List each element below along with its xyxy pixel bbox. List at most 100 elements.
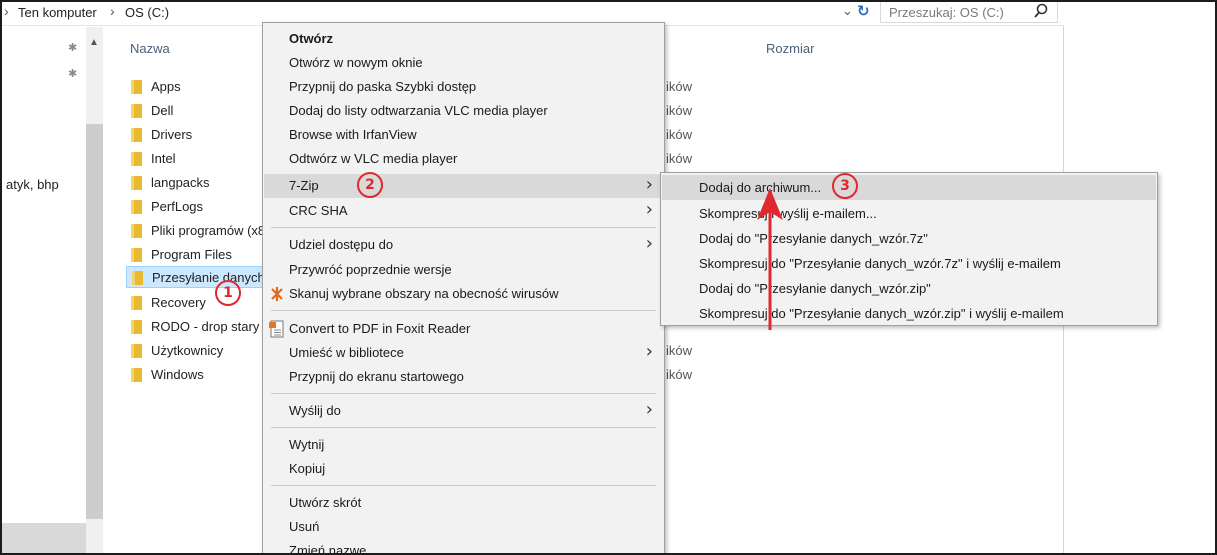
menu-item-cut[interactable]: Wytnij xyxy=(264,433,663,457)
pin-icon[interactable]: ✱ xyxy=(68,41,77,54)
folder-icon xyxy=(131,176,142,190)
menu-separator xyxy=(271,227,656,228)
submenu-item-compress-email[interactable]: Skompresuj i wyślij e-mailem... xyxy=(662,201,1156,226)
list-item[interactable]: Program Files xyxy=(126,244,268,266)
menu-item-label: Convert to PDF in Foxit Reader xyxy=(289,321,471,336)
menu-item-restore-versions[interactable]: Przywróć poprzednie wersje xyxy=(264,258,663,282)
search-input[interactable]: Przeszukaj: OS (C:) xyxy=(889,5,1004,20)
nav-scrollbar-thumb[interactable] xyxy=(86,124,103,519)
menu-item-foxit-pdf[interactable]: Convert to PDF in Foxit Reader xyxy=(264,317,663,341)
list-item[interactable]: Drivers xyxy=(126,124,268,146)
file-name: langpacks xyxy=(151,175,210,190)
menu-item-delete[interactable]: Usuń xyxy=(264,515,663,539)
file-name: Dell xyxy=(151,103,174,118)
annotation-step-2: 2 xyxy=(357,172,383,198)
context-menu: Otwórz Otwórz w nowym oknie Przypnij do … xyxy=(262,22,665,555)
folder-icon xyxy=(131,344,142,358)
submenu-7zip: Dodaj do archiwum... Skompresuj i wyślij… xyxy=(660,172,1158,326)
breadcrumb-drive-c[interactable]: OS (C:) xyxy=(125,5,169,20)
file-name: Pliki programów (x86) xyxy=(151,223,269,238)
file-type: ików xyxy=(666,151,693,166)
breadcrumb-separator-icon: › xyxy=(110,3,115,19)
menu-item-label: Wyślij do xyxy=(289,403,341,418)
list-item[interactable]: Pliki programów (x86) xyxy=(126,220,269,242)
list-item[interactable]: langpacks xyxy=(126,172,268,194)
menu-item-vlc-play[interactable]: Odtwórz w VLC media player xyxy=(264,147,663,171)
menu-item-label: Udziel dostępu do xyxy=(289,237,394,252)
antivirus-icon xyxy=(271,287,283,301)
submenu-arrow-icon: › xyxy=(645,341,653,362)
menu-item-label: Przypnij do ekranu startowego xyxy=(289,369,464,384)
menu-item-create-shortcut[interactable]: Utwórz skrót xyxy=(264,491,663,515)
menu-item-label: Przywróć poprzednie wersje xyxy=(289,262,452,277)
file-type: ików xyxy=(666,367,693,382)
submenu-arrow-icon: › xyxy=(645,199,653,220)
menu-item-include-library[interactable]: Umieść w bibliotece › xyxy=(264,341,663,365)
menu-item-copy[interactable]: Kopiuj xyxy=(264,457,663,481)
folder-icon xyxy=(131,152,142,166)
menu-item-label: 7-Zip xyxy=(289,178,319,193)
submenu-item-compress-7z-email[interactable]: Skompresuj do "Przesyłanie danych_wzór.7… xyxy=(662,251,1156,276)
menu-item-label: Otwórz w nowym oknie xyxy=(289,55,423,70)
file-name: Użytkownicy xyxy=(151,343,224,358)
breadcrumb-separator-icon: › xyxy=(4,3,9,19)
folder-icon xyxy=(131,296,142,310)
menu-separator xyxy=(271,393,656,394)
menu-item-rename[interactable]: Zmień nazwę xyxy=(264,539,663,555)
menu-item-label: Przypnij do paska Szybki dostęp xyxy=(289,79,477,94)
refresh-icon[interactable]: ↻ xyxy=(857,2,870,20)
folder-icon xyxy=(132,271,143,285)
menu-item-pin-quick-access[interactable]: Przypnij do paska Szybki dostęp xyxy=(264,75,663,99)
scroll-up-icon[interactable]: ▲ xyxy=(89,37,99,48)
column-header-size[interactable]: Rozmiar xyxy=(766,41,814,56)
list-item[interactable]: Intel xyxy=(126,148,268,170)
menu-item-open[interactable]: Otwórz xyxy=(264,27,663,51)
menu-item-label: Dodaj do listy odtwarzania VLC media pla… xyxy=(289,103,548,118)
file-name: Drivers xyxy=(151,127,193,142)
list-item-selected[interactable]: Przesyłanie danych_wzór xyxy=(126,266,270,288)
menu-item-label: Zmień nazwę xyxy=(289,543,367,555)
pdf-document-icon xyxy=(269,320,284,338)
submenu-arrow-icon: › xyxy=(645,233,653,254)
address-dropdown-icon[interactable]: ⌄ xyxy=(842,3,853,19)
nav-selected-item[interactable] xyxy=(0,523,86,555)
folder-icon xyxy=(131,248,142,262)
list-item[interactable]: Windows xyxy=(126,364,268,386)
file-name: RODO - drop stary xyxy=(151,319,260,334)
list-item[interactable]: PerfLogs xyxy=(126,196,268,218)
list-item[interactable]: RODO - drop stary xyxy=(126,316,268,338)
file-type: ików xyxy=(666,127,693,142)
menu-item-give-access[interactable]: Udziel dostępu do › xyxy=(264,233,663,257)
annotation-step-3: 3 xyxy=(832,173,858,199)
submenu-item-label: Dodaj do "Przesyłanie danych_wzór.7z" xyxy=(699,231,928,246)
list-item[interactable]: Recovery xyxy=(126,292,268,314)
submenu-item-label: Dodaj do "Przesyłanie danych_wzór.zip" xyxy=(699,281,931,296)
menu-item-7zip[interactable]: 7-Zip › xyxy=(264,174,663,198)
search-icon[interactable] xyxy=(1033,2,1049,20)
submenu-item-add-to-archive[interactable]: Dodaj do archiwum... xyxy=(662,175,1156,200)
menu-item-label: Usuń xyxy=(289,519,320,534)
menu-item-irfanview[interactable]: Browse with IrfanView xyxy=(264,123,663,147)
file-type: ików xyxy=(666,79,693,94)
column-header-name[interactable]: Nazwa xyxy=(130,41,170,56)
menu-item-pin-start[interactable]: Przypnij do ekranu startowego xyxy=(264,365,663,389)
pin-icon[interactable]: ✱ xyxy=(68,67,77,80)
submenu-item-add-zip[interactable]: Dodaj do "Przesyłanie danych_wzór.zip" xyxy=(662,276,1156,301)
submenu-arrow-icon: › xyxy=(645,399,653,420)
submenu-item-compress-zip-email[interactable]: Skompresuj do "Przesyłanie danych_wzór.z… xyxy=(662,301,1156,326)
menu-separator xyxy=(271,485,656,486)
folder-icon xyxy=(131,320,142,334)
menu-item-antivirus-scan[interactable]: Skanuj wybrane obszary na obecność wirus… xyxy=(264,282,663,306)
list-item[interactable]: Dell xyxy=(126,100,268,122)
menu-item-vlc-add-playlist[interactable]: Dodaj do listy odtwarzania VLC media pla… xyxy=(264,99,663,123)
menu-item-send-to[interactable]: Wyślij do › xyxy=(264,399,663,423)
list-item[interactable]: Użytkownicy xyxy=(126,340,268,362)
menu-item-crc-sha[interactable]: CRC SHA › xyxy=(264,199,663,223)
menu-item-open-new-window[interactable]: Otwórz w nowym oknie xyxy=(264,51,663,75)
submenu-item-add-7z[interactable]: Dodaj do "Przesyłanie danych_wzór.7z" xyxy=(662,226,1156,251)
breadcrumb-this-pc[interactable]: Ten komputer xyxy=(18,5,97,20)
list-item[interactable]: Apps xyxy=(126,76,268,98)
nav-item-partial[interactable]: atyk, bhp xyxy=(6,177,59,192)
search-box[interactable]: Przeszukaj: OS (C:) xyxy=(880,1,1058,23)
file-name: Recovery xyxy=(151,295,206,310)
